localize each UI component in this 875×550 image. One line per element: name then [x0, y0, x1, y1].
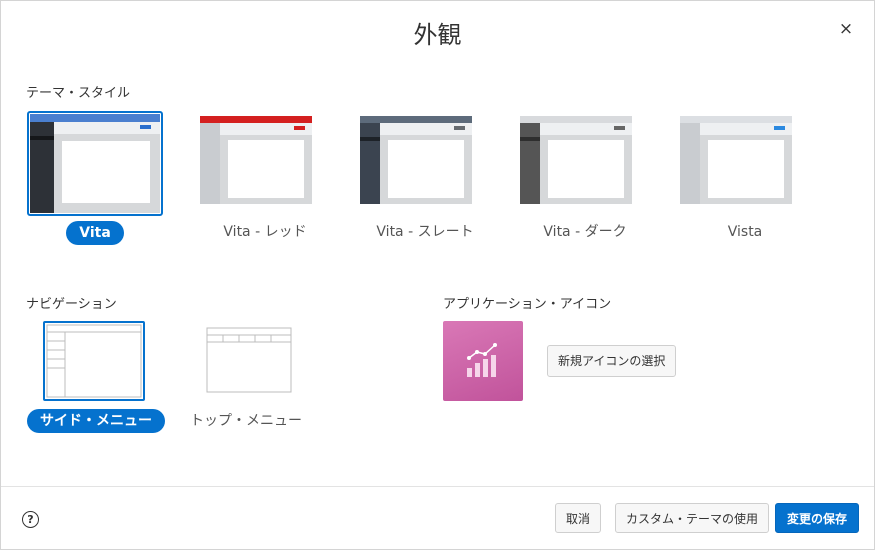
save-changes-button[interactable]: 変更の保存: [775, 503, 859, 533]
side-menu-thumbnail: [43, 321, 145, 401]
theme-thumbnail: [517, 111, 653, 216]
theme-label-vita-red: Vita - レッド: [223, 224, 307, 240]
navigation-label: ナビゲーション: [26, 297, 117, 312]
cancel-button[interactable]: 取消: [555, 503, 602, 533]
bar-chart-trend-icon: [467, 343, 497, 377]
app-icon-preview: [443, 321, 523, 401]
dialog-footer: ? 取消 カスタム・テーマの使用 変更の保存: [1, 486, 874, 550]
theme-style-label: テーマ・スタイル: [26, 86, 131, 101]
appearance-dialog: 外観 × テーマ・スタイル Vita Vita - レッド Vita - スレー…: [0, 0, 875, 550]
theme-thumbnail: [357, 111, 493, 216]
nav-label-top-menu: トップ・メニュー: [190, 413, 302, 429]
dialog-title: 外観: [413, 21, 462, 49]
theme-thumbnail: [197, 111, 333, 216]
top-menu-thumbnail: [201, 321, 303, 401]
app-icon-label: アプリケーション・アイコン: [443, 297, 612, 312]
theme-option-vita-slate[interactable]: Vita - スレート: [357, 111, 493, 247]
dialog-header: 外観 ×: [1, 1, 874, 61]
theme-label-vita-dark: Vita - ダーク: [543, 224, 627, 240]
select-new-icon-button[interactable]: 新規アイコンの選択: [547, 345, 677, 377]
theme-label-vita-slate: Vita - スレート: [376, 224, 474, 240]
nav-label-side-menu: サイド・メニュー: [27, 409, 165, 433]
theme-option-vista[interactable]: Vista: [677, 111, 813, 247]
help-icon[interactable]: ?: [22, 511, 39, 528]
theme-thumbnail: [677, 111, 813, 216]
nav-option-side-menu[interactable]: サイド・メニュー: [27, 321, 165, 433]
theme-option-vita-dark[interactable]: Vita - ダーク: [517, 111, 653, 247]
theme-option-vita[interactable]: Vita: [27, 111, 163, 247]
theme-thumbnail: [27, 111, 163, 216]
theme-label-vista: Vista: [727, 224, 763, 240]
close-icon[interactable]: ×: [836, 19, 856, 39]
theme-option-vita-red[interactable]: Vita - レッド: [197, 111, 333, 247]
use-custom-theme-button[interactable]: カスタム・テーマの使用: [615, 503, 770, 533]
theme-label-vita: Vita: [66, 221, 124, 245]
nav-option-top-menu[interactable]: トップ・メニュー: [190, 321, 326, 433]
